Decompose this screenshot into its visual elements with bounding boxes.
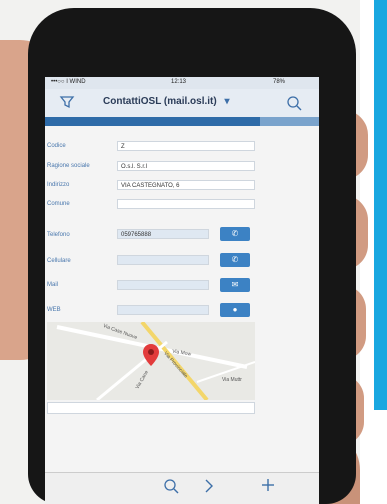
phone-icon: ✆	[231, 255, 239, 264]
label-comune: Comune	[47, 201, 70, 207]
call-phone-button[interactable]: ✆	[220, 227, 250, 241]
phone-screen: •••○○ I WIND 12:13 78% ContattiOSL (mail…	[45, 77, 319, 504]
label-cellulare: Cellulare	[47, 258, 71, 264]
chevron-down-icon: ▾	[224, 96, 230, 107]
mail-field[interactable]	[117, 280, 209, 290]
filter-icon[interactable]	[59, 94, 75, 110]
send-mail-button[interactable]: ✉	[220, 278, 250, 292]
status-time: 12:13	[171, 79, 187, 85]
call-mobile-button[interactable]: ✆	[220, 253, 250, 267]
indirizzo-field[interactable]: VIA CASTEGNATO, 6	[117, 180, 255, 190]
ragione-sociale-field[interactable]: O.s.l. S.r.l	[117, 161, 255, 171]
mail-icon: ✉	[231, 280, 239, 289]
status-bar: •••○○ I WIND 12:13 78%	[45, 77, 319, 89]
label-mail: Mail	[47, 282, 59, 288]
search-icon[interactable]	[163, 478, 179, 494]
codice-field[interactable]: Z	[117, 141, 255, 151]
map-street-label: Via Muttr	[222, 377, 242, 383]
telefono-field[interactable]: 059765888	[117, 229, 209, 239]
page-title[interactable]: ContattiOSL (mail.osl.it) ▾	[103, 96, 230, 107]
location-map[interactable]: Via Case Nuove Via Mow Via Provinciale V…	[47, 322, 255, 400]
background-blue-strip	[374, 0, 387, 410]
label-ragione-sociale: Ragione sociale	[47, 163, 90, 169]
map-caption-field	[47, 402, 255, 414]
status-battery: 78%	[273, 79, 286, 85]
forward-icon[interactable]	[203, 478, 215, 494]
tab-active[interactable]	[260, 117, 319, 126]
phone-icon: ✆	[231, 229, 239, 238]
label-telefono: Telefono	[47, 232, 70, 238]
label-indirizzo: Indirizzo	[47, 182, 70, 188]
status-carrier: •••○○ I WIND	[51, 79, 86, 85]
label-codice: Codice	[47, 143, 66, 149]
globe-icon: ●	[232, 305, 238, 314]
page-title-text: ContattiOSL (mail.osl.it)	[103, 96, 217, 107]
bottom-toolbar	[45, 472, 319, 504]
label-web: WEB	[47, 307, 61, 313]
map-pin-icon	[143, 344, 159, 366]
cellulare-field[interactable]	[117, 255, 209, 265]
plus-icon[interactable]	[261, 478, 275, 492]
open-web-button[interactable]: ●	[220, 303, 250, 317]
web-field[interactable]	[117, 305, 209, 315]
comune-field[interactable]	[117, 199, 255, 209]
search-icon[interactable]	[286, 95, 302, 111]
